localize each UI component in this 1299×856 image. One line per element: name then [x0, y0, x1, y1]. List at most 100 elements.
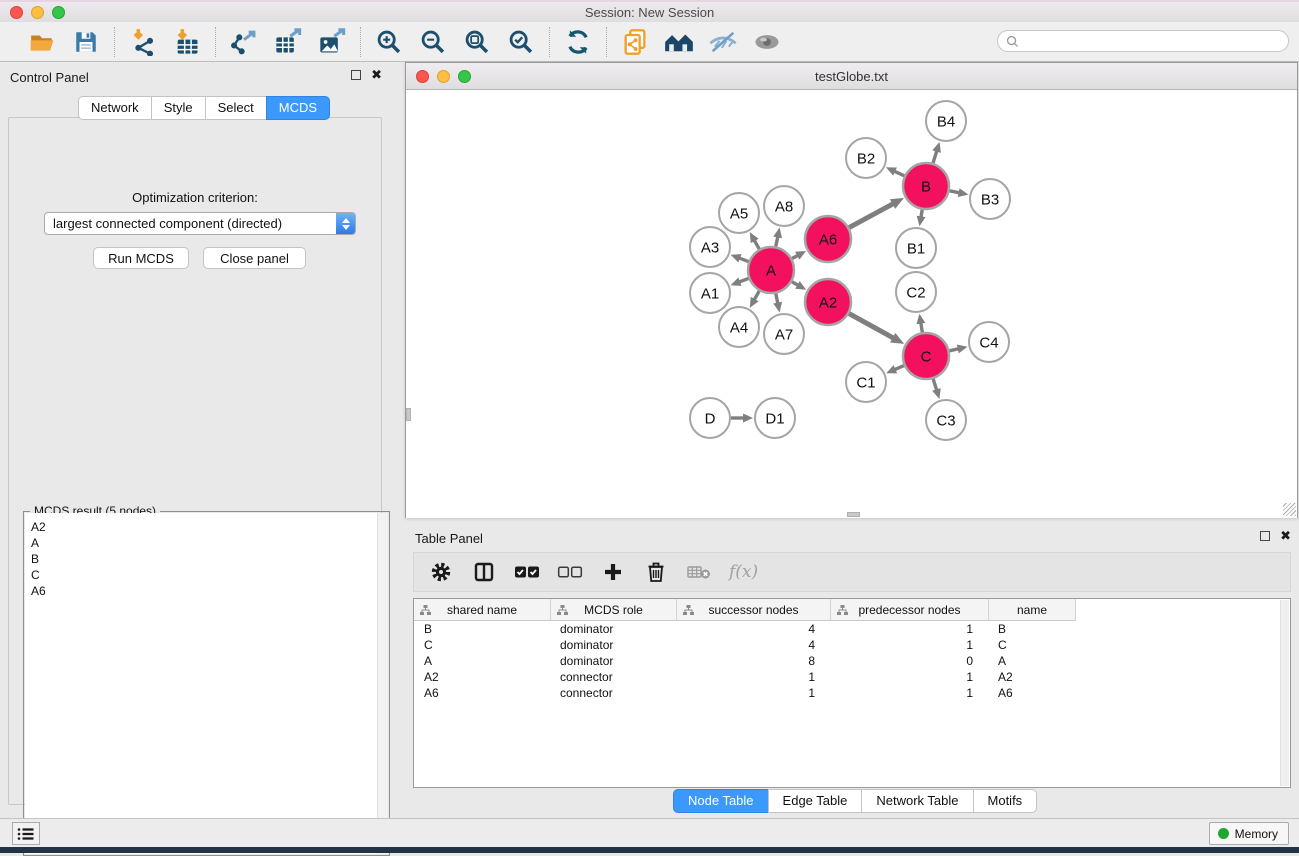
column-header-predecessor-nodes[interactable]: predecessor nodes [831, 599, 989, 621]
edge-C-C4[interactable] [949, 349, 958, 351]
graph-node-B[interactable]: B [903, 163, 949, 209]
column-header-successor-nodes[interactable]: successor nodes [677, 599, 831, 621]
maximize-network-icon[interactable] [458, 70, 471, 83]
edge-B-B2[interactable] [894, 171, 904, 176]
home-icon[interactable] [664, 27, 694, 57]
search-field[interactable] [997, 30, 1289, 52]
close-network-icon[interactable] [416, 70, 429, 83]
tab-motifs[interactable]: Motifs [973, 789, 1038, 813]
close-table-panel-icon[interactable]: ✖ [1280, 531, 1291, 541]
close-panel-icon[interactable]: ✖ [371, 70, 382, 80]
table-row-a6[interactable]: A6connector11A6 [414, 685, 1290, 701]
export-table-icon[interactable] [273, 27, 303, 57]
function-builder-icon[interactable]: f(x) [729, 562, 758, 582]
edge-A-A4[interactable] [754, 291, 759, 300]
resize-grip-icon[interactable] [1283, 503, 1296, 516]
minimize-network-icon[interactable] [437, 70, 450, 83]
table-row-c[interactable]: Cdominator41C [414, 637, 1290, 653]
result-item-a[interactable]: A [25, 535, 388, 551]
graph-node-A4[interactable]: A4 [719, 307, 759, 347]
maximize-window-icon[interactable] [52, 6, 65, 19]
delete-table-icon[interactable] [686, 559, 712, 585]
memory-button[interactable]: Memory [1209, 822, 1289, 845]
graph-node-A[interactable]: A [748, 247, 794, 293]
edge-B-B1[interactable] [921, 210, 922, 218]
window-controls[interactable] [10, 6, 65, 19]
vertical-scroll-thumb[interactable] [406, 408, 411, 421]
edge-A-A3[interactable] [739, 258, 749, 262]
graph-node-A1[interactable]: A1 [690, 273, 730, 313]
graph-node-B3[interactable]: B3 [970, 179, 1010, 219]
add-column-icon[interactable] [600, 559, 626, 585]
float-panel-icon[interactable] [351, 70, 361, 80]
mcds-result-list[interactable]: A2ABCA6 [25, 513, 388, 854]
graph-node-B4[interactable]: B4 [926, 101, 966, 141]
tab-network[interactable]: Network [78, 96, 152, 120]
table-row-b[interactable]: Bdominator41B [414, 621, 1290, 637]
tab-select[interactable]: Select [205, 96, 267, 120]
table-row-a[interactable]: Adominator80A [414, 653, 1290, 669]
task-history-button[interactable] [12, 822, 40, 845]
edge-A-A2[interactable] [792, 282, 798, 286]
result-item-b[interactable]: B [25, 551, 388, 567]
graph-node-B1[interactable]: B1 [896, 228, 936, 268]
zoom-selected-icon[interactable] [506, 27, 536, 57]
table-scrollbar[interactable] [1280, 600, 1289, 786]
result-scrollbar[interactable] [377, 513, 388, 854]
graph-node-A6[interactable]: A6 [805, 216, 851, 262]
edge-C-C1[interactable] [894, 366, 904, 370]
zoom-out-icon[interactable] [418, 27, 448, 57]
run-mcds-button[interactable]: Run MCDS [93, 247, 189, 269]
import-network-icon[interactable] [128, 27, 158, 57]
export-network-icon[interactable] [229, 27, 259, 57]
result-item-a2[interactable]: A2 [25, 519, 388, 535]
table-row-a2[interactable]: A2connector11A2 [414, 669, 1290, 685]
graph-node-C2[interactable]: C2 [896, 272, 936, 312]
graph-node-A7[interactable]: A7 [764, 314, 804, 354]
column-header-shared-name[interactable]: shared name [414, 599, 551, 621]
network-canvas[interactable]: B4B2BB3A8A5A6A3B1AA1C2A2A4A7C4CC1DD1C3 [406, 90, 1297, 518]
table-settings-icon[interactable] [428, 559, 454, 585]
export-image-icon[interactable] [317, 27, 347, 57]
graph-node-C3[interactable]: C3 [926, 400, 966, 440]
edge-C-C2[interactable] [921, 323, 923, 333]
select-all-rows-icon[interactable] [514, 559, 540, 585]
edge-A2-C[interactable] [849, 314, 894, 339]
edge-A-A8[interactable] [776, 236, 778, 246]
graph-node-A8[interactable]: A8 [764, 186, 804, 226]
graph-node-B2[interactable]: B2 [846, 138, 886, 178]
graph-node-A3[interactable]: A3 [690, 227, 730, 267]
column-header-MCDS-role[interactable]: MCDS role [551, 599, 677, 621]
float-table-panel-icon[interactable] [1260, 531, 1270, 541]
horizontal-scroll-thumb[interactable] [847, 512, 860, 517]
open-session-icon[interactable] [27, 27, 57, 57]
edge-A-A7[interactable] [776, 294, 778, 304]
show-graphics-details-icon[interactable] [752, 27, 782, 57]
close-panel-button[interactable]: Close panel [203, 247, 306, 269]
graph-node-A2[interactable]: A2 [805, 279, 851, 325]
save-session-icon[interactable] [71, 27, 101, 57]
result-item-a6[interactable]: A6 [25, 583, 388, 599]
criterion-dropdown[interactable]: largest connected component (directed) [44, 212, 356, 235]
tab-edge-table[interactable]: Edge Table [768, 789, 863, 813]
hide-graphics-details-icon[interactable] [708, 27, 738, 57]
deselect-all-rows-icon[interactable] [557, 559, 583, 585]
tab-node-table[interactable]: Node Table [673, 789, 769, 813]
tab-network-table[interactable]: Network Table [861, 789, 973, 813]
edge-A6-B[interactable] [849, 204, 893, 228]
graph-node-C[interactable]: C [903, 333, 949, 379]
result-item-c[interactable]: C [25, 567, 388, 583]
edge-B-B3[interactable] [950, 191, 960, 193]
tab-style[interactable]: Style [151, 96, 206, 120]
graph-node-A5[interactable]: A5 [719, 193, 759, 233]
edge-A-A5[interactable] [754, 240, 759, 249]
edge-A-A6[interactable] [792, 255, 798, 258]
graph-node-C1[interactable]: C1 [846, 362, 886, 402]
refresh-icon[interactable] [563, 27, 593, 57]
search-input[interactable] [1023, 34, 1288, 48]
graph-node-D[interactable]: D [690, 398, 730, 438]
edge-A-A1[interactable] [739, 278, 749, 282]
graph-node-C4[interactable]: C4 [969, 322, 1009, 362]
column-visibility-icon[interactable] [471, 559, 497, 585]
zoom-fit-icon[interactable] [462, 27, 492, 57]
